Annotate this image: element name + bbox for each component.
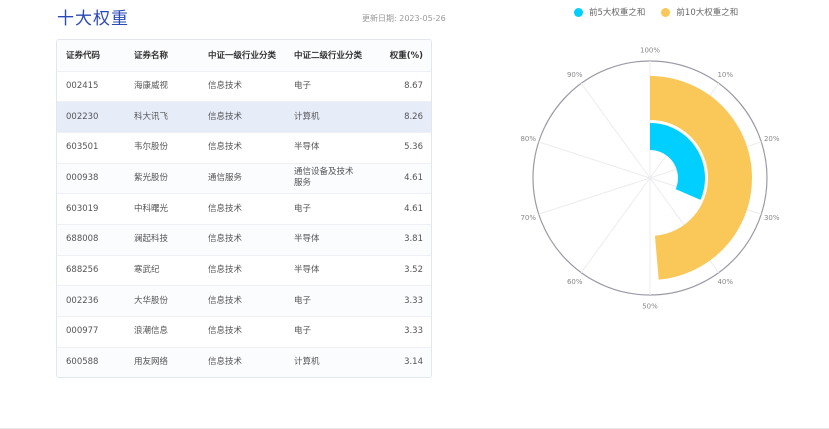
cell-weight: 3.14 — [404, 357, 423, 368]
legend-label-top10: 前10大权重之和 — [676, 8, 739, 18]
holdings-table: 证券代码 证券名称 中证一级行业分类 中证二级行业分类 权重(%) 002415… — [57, 40, 431, 377]
chart-grid-line — [538, 177, 651, 215]
cell-name: 中科曙光 — [134, 203, 169, 214]
legend-dot-top5 — [574, 7, 583, 17]
angle-tick-label: 60% — [567, 278, 583, 286]
angle-tick-label: 100% — [640, 47, 660, 55]
cell-weight: 3.81 — [404, 234, 423, 245]
chart-bars — [650, 76, 753, 280]
cell-weight: 3.33 — [404, 326, 423, 337]
angle-tick-label: 50% — [642, 303, 658, 311]
cell-name: 科大讯飞 — [134, 111, 169, 122]
table-row[interactable]: 603501 韦尔股份 信息技术 半导体 5.36 — [57, 132, 431, 163]
legend-dot-top10 — [661, 7, 671, 17]
legend-item-top10[interactable]: 前10大权重之和 — [661, 6, 738, 18]
cell-code: 000977 — [66, 326, 99, 337]
cell-industry-l1: 信息技术 — [208, 357, 243, 368]
cell-name: 海康威视 — [134, 80, 169, 91]
cell-industry-l2: 计算机 — [294, 111, 320, 122]
cell-industry-l1: 信息技术 — [208, 295, 243, 306]
cell-code: 603019 — [66, 203, 99, 214]
table-row[interactable]: 002236 大华股份 信息技术 电子 3.33 — [57, 285, 431, 317]
cell-code: 688256 — [66, 264, 99, 275]
page-title: 十大权重 — [57, 9, 129, 29]
cell-industry-l2: 半导体 — [294, 264, 320, 275]
column-header-name: 证券名称 — [134, 51, 169, 62]
column-header-industry-l1: 中证一级行业分类 — [208, 51, 277, 62]
table-row[interactable]: 600588 用友网络 信息技术 计算机 3.14 — [57, 347, 431, 377]
legend-label-top5: 前5大权重之和 — [589, 8, 646, 18]
cell-industry-l1: 信息技术 — [208, 80, 243, 91]
cell-industry-l1: 信息技术 — [208, 264, 243, 275]
cell-weight: 4.61 — [404, 172, 423, 183]
angle-tick-label: 30% — [764, 214, 780, 222]
cell-code: 002415 — [66, 80, 99, 91]
cell-name: 寒武纪 — [134, 264, 160, 275]
table-row[interactable]: 002415 海康威视 信息技术 电子 8.67 — [57, 71, 431, 102]
cell-industry-l2: 电子 — [294, 80, 312, 91]
table-row[interactable]: 002230 科大讯飞 信息技术 计算机 8.26 — [57, 101, 431, 133]
cell-weight: 8.26 — [404, 111, 423, 122]
column-header-weight: 权重(%) — [389, 51, 423, 62]
cell-code: 000938 — [66, 172, 99, 183]
table-row[interactable]: 688256 寒武纪 信息技术 半导体 3.52 — [57, 255, 431, 286]
update-date: 更新日期: 2023-05-26 — [362, 14, 446, 23]
angle-tick-label: 70% — [520, 214, 536, 222]
cell-industry-l2: 半导体 — [294, 142, 320, 153]
cell-industry-l1: 信息技术 — [208, 326, 243, 337]
cell-industry-l2: 电子 — [294, 326, 312, 337]
page: 十大权重 更新日期: 2023-05-26 证券代码 证券名称 中证一级行业分类… — [0, 0, 829, 429]
cell-industry-l2: 计算机 — [294, 357, 320, 368]
cell-industry-l2: 电子 — [294, 203, 312, 214]
angle-tick-label: 20% — [764, 135, 780, 143]
cell-code: 688008 — [66, 234, 99, 245]
legend-item-top5[interactable]: 前5大权重之和 — [574, 6, 645, 18]
cell-code: 603501 — [66, 142, 99, 153]
chart-legend: 前5大权重之和 前10大权重之和 — [574, 6, 754, 18]
cell-name: 韦尔股份 — [134, 142, 169, 153]
polar-weight-chart: 100% 10% 20% 30% 40% 50% 60% 70% 80% 90% — [520, 47, 780, 311]
angle-tick-label: 90% — [567, 71, 583, 79]
cell-industry-l1: 信息技术 — [208, 203, 243, 214]
cell-weight: 8.67 — [404, 80, 423, 91]
cell-name: 澜起科技 — [134, 234, 169, 245]
cell-industry-l1: 信息技术 — [208, 111, 243, 122]
angle-tick-label: 80% — [520, 135, 536, 143]
table-row[interactable]: 688008 澜起科技 信息技术 半导体 3.81 — [57, 224, 431, 256]
cell-weight: 5.36 — [404, 142, 423, 153]
chart-grid-line — [580, 83, 651, 179]
cell-industry-l1: 通信服务 — [208, 172, 243, 183]
cell-name: 浪潮信息 — [134, 326, 169, 337]
column-header-industry-l2: 中证二级行业分类 — [294, 51, 363, 62]
cell-name: 大华股份 — [134, 295, 169, 306]
cell-industry-l1: 信息技术 — [208, 142, 243, 153]
angle-tick-label: 10% — [717, 71, 733, 79]
column-header-code: 证券代码 — [66, 51, 101, 62]
cell-industry-l1: 信息技术 — [208, 234, 243, 245]
cell-weight: 4.61 — [404, 203, 423, 214]
chart-grid-line — [538, 141, 651, 179]
cell-name: 用友网络 — [134, 357, 169, 368]
cell-code: 600588 — [66, 357, 99, 368]
cell-code: 002230 — [66, 111, 99, 122]
cell-industry-l2: 半导体 — [294, 234, 320, 245]
cell-code: 002236 — [66, 295, 99, 306]
holdings-table-container: 证券代码 证券名称 中证一级行业分类 中证二级行业分类 权重(%) 002415… — [56, 39, 432, 378]
cell-industry-l2: 通信设备及技术服务 — [294, 167, 354, 189]
angle-tick-label: 40% — [717, 278, 733, 286]
table-row[interactable]: 000977 浪潮信息 信息技术 电子 3.33 — [57, 316, 431, 348]
cell-name: 紫光股份 — [134, 172, 169, 183]
table-row[interactable]: 603019 中科曙光 信息技术 电子 4.61 — [57, 193, 431, 225]
table-row[interactable]: 000938 紫光股份 通信服务 通信设备及技术服务 4.61 — [57, 163, 431, 194]
table-header-row: 证券代码 证券名称 中证一级行业分类 中证二级行业分类 权重(%) — [57, 40, 431, 71]
cell-industry-l2: 电子 — [294, 295, 312, 306]
chart-grid-line — [580, 177, 651, 273]
cell-weight: 3.33 — [404, 295, 423, 306]
cell-weight: 3.52 — [404, 264, 423, 275]
